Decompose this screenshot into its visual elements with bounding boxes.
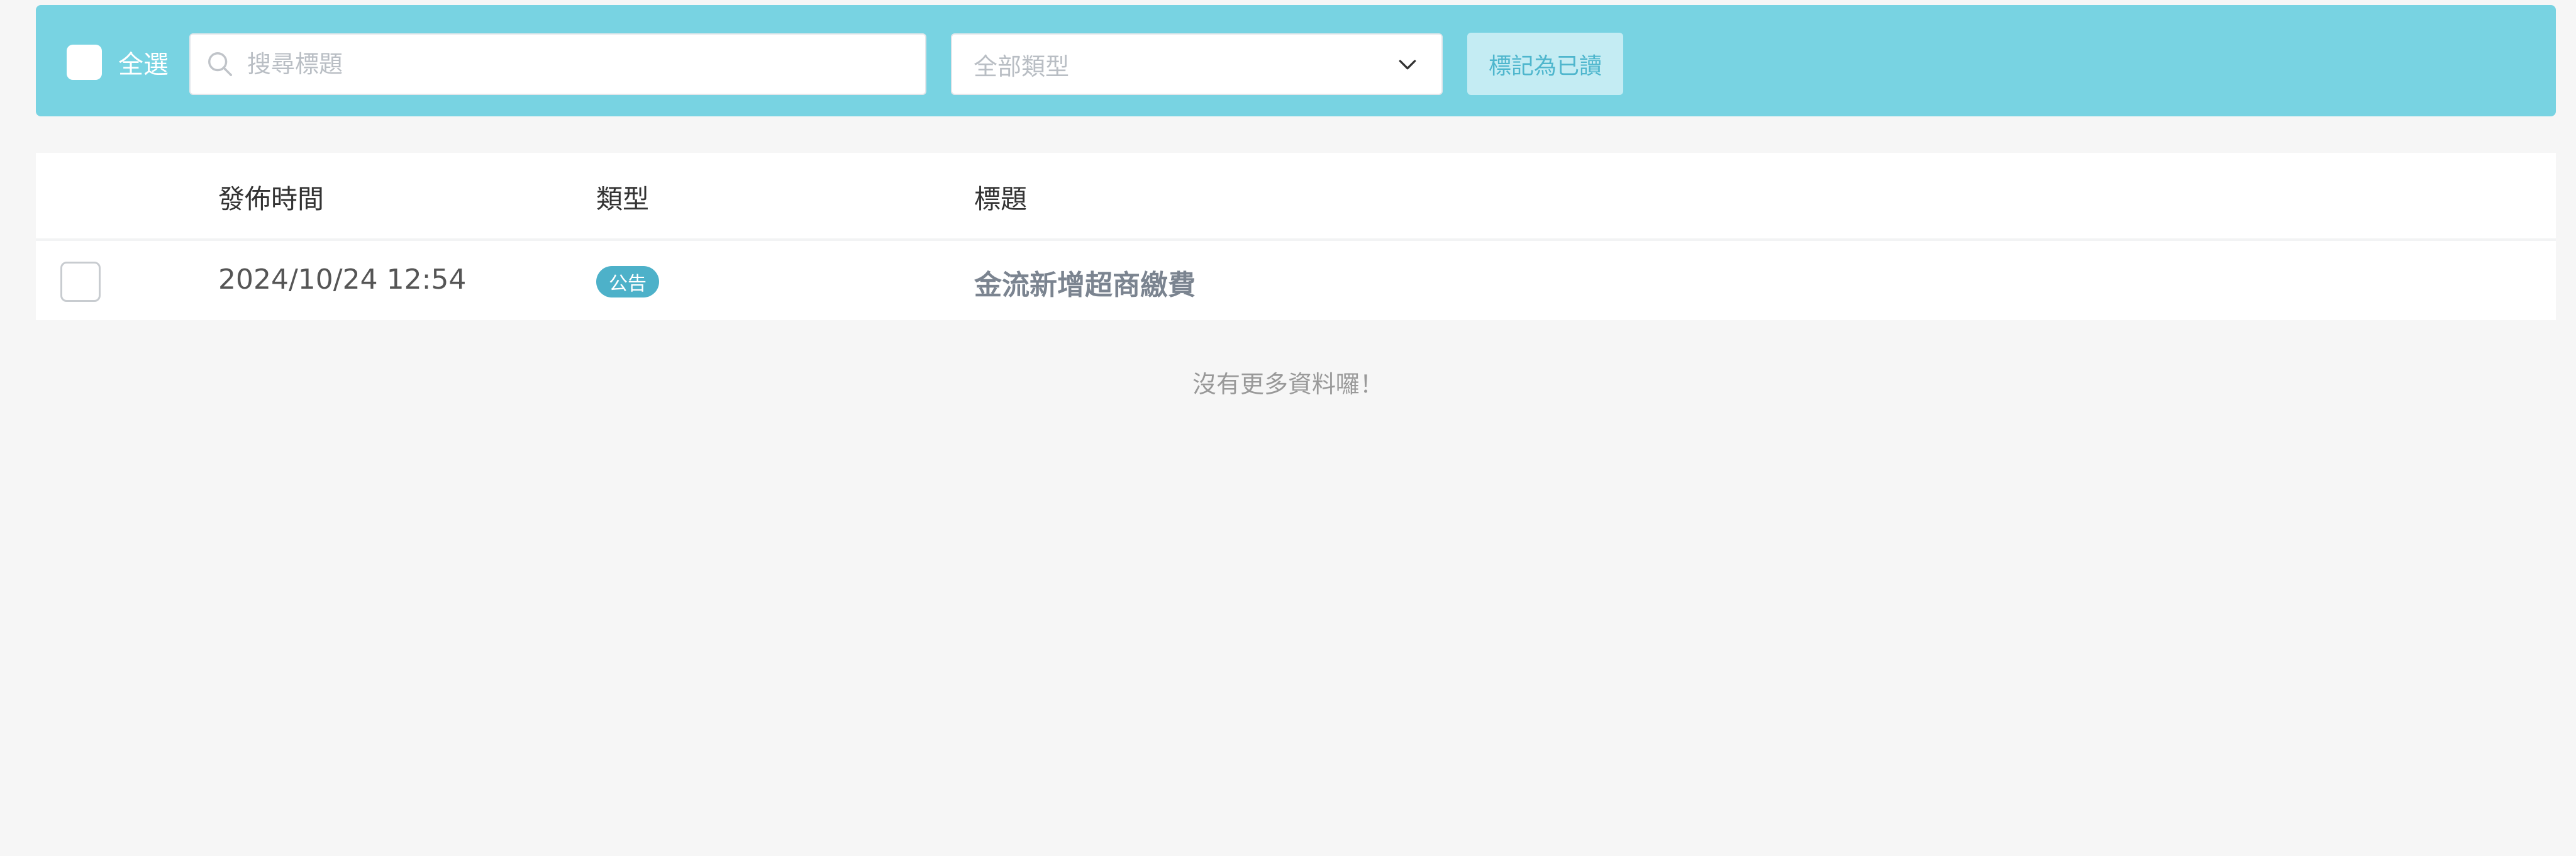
row-publish-time: 2024/10/24 12:54 bbox=[218, 264, 467, 296]
row-divider bbox=[36, 238, 2556, 241]
search-box[interactable] bbox=[189, 33, 926, 95]
column-header-type: 類型 bbox=[596, 184, 650, 214]
search-icon bbox=[208, 52, 232, 76]
type-filter-select[interactable]: 全部類型 bbox=[951, 33, 1443, 95]
select-all-label: 全選 bbox=[118, 50, 169, 79]
row-checkbox[interactable] bbox=[60, 262, 101, 302]
filter-toolbar: 全選 全部類型 標記為已讀 bbox=[36, 5, 2556, 116]
chevron-down-icon bbox=[1399, 60, 1416, 70]
column-header-title: 標題 bbox=[974, 184, 1028, 214]
notification-table: 發佈時間 類型 標題 2024/10/24 12:54 公告 金流新增超商繳費 bbox=[36, 153, 2556, 320]
column-header-time: 發佈時間 bbox=[218, 184, 325, 214]
mark-as-read-button[interactable]: 標記為已讀 bbox=[1467, 33, 1623, 95]
type-badge: 公告 bbox=[596, 266, 659, 297]
search-input[interactable] bbox=[246, 50, 875, 79]
no-more-data-text: 沒有更多資料囉！ bbox=[1192, 370, 1384, 398]
select-all-box[interactable] bbox=[67, 45, 102, 80]
select-all-checkbox[interactable]: 全選 bbox=[67, 44, 169, 81]
row-title-link[interactable]: 金流新增超商繳費 bbox=[974, 262, 1196, 303]
type-filter-value: 全部類型 bbox=[974, 52, 1070, 81]
